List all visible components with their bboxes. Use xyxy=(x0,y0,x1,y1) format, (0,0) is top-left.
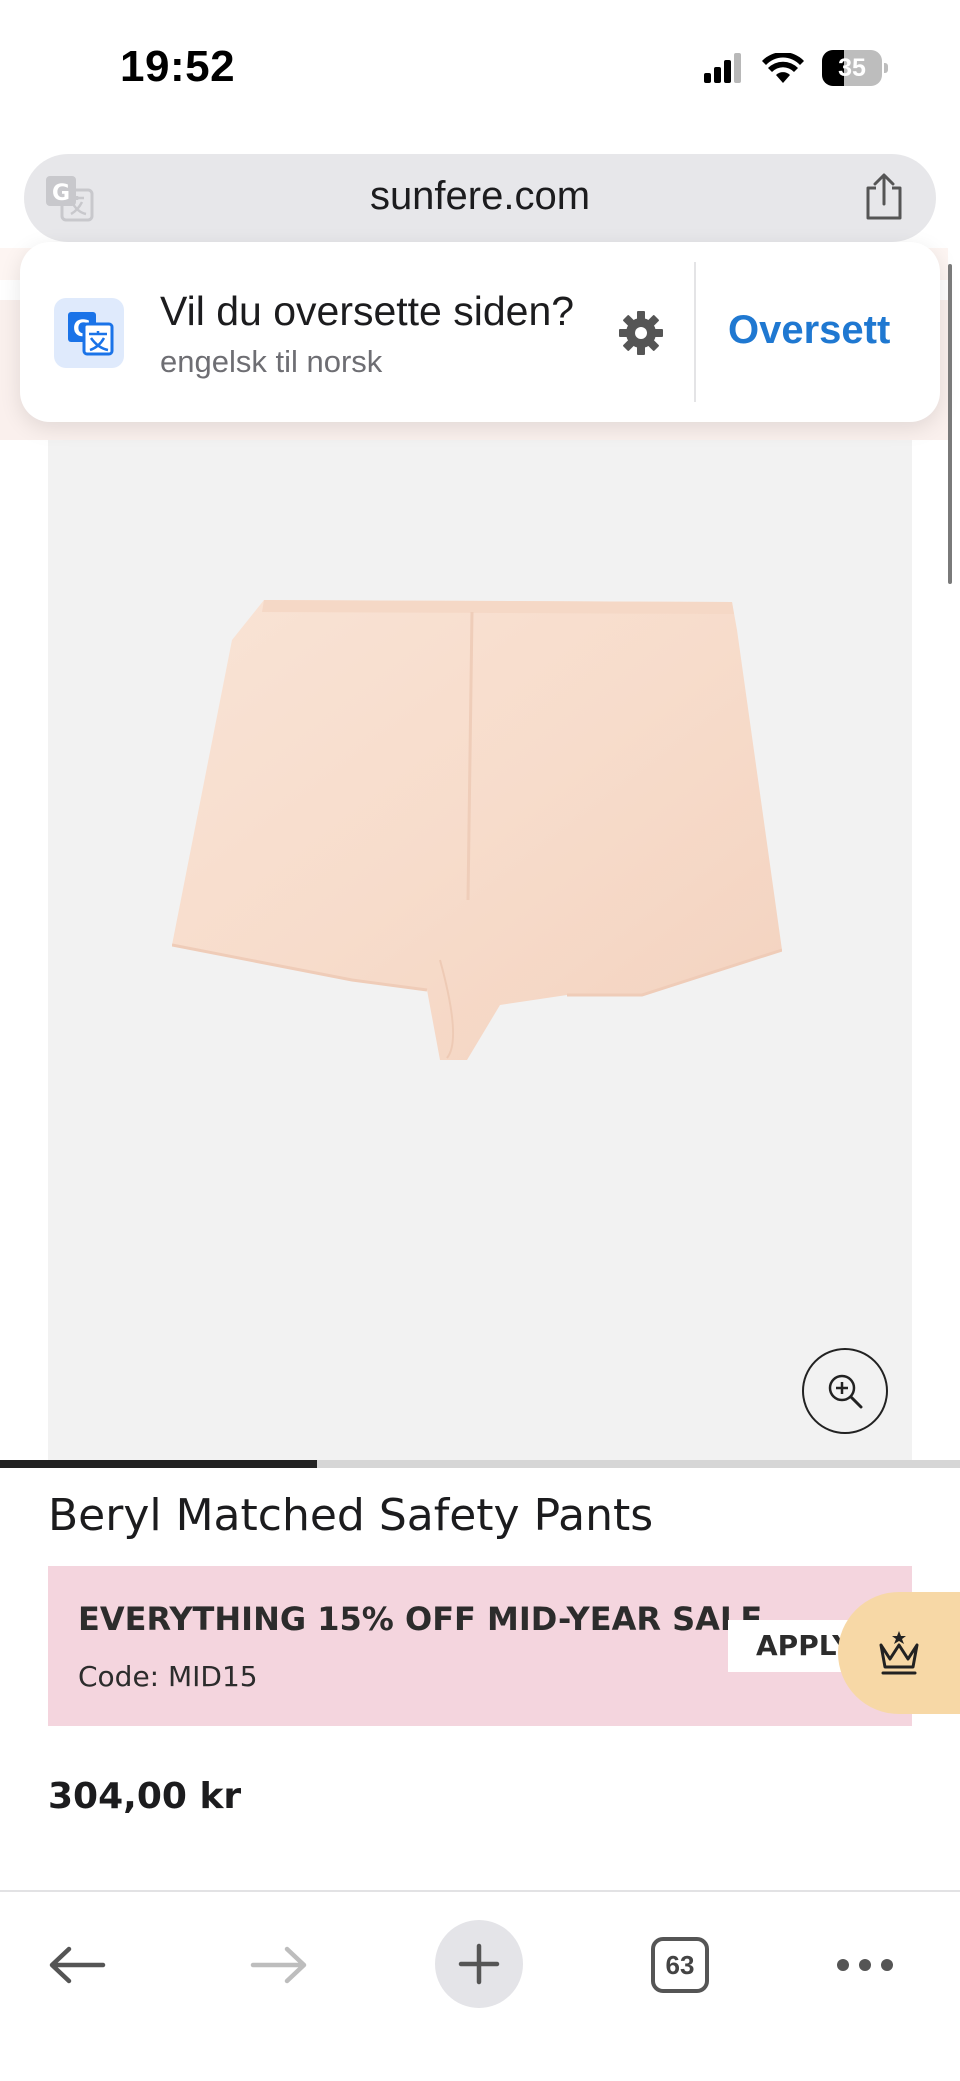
back-arrow-icon xyxy=(49,1946,106,1984)
status-icons: 35 xyxy=(704,50,888,86)
product-title: Beryl Matched Safety Pants xyxy=(48,1490,654,1541)
address-bar[interactable]: G sunfere.com xyxy=(24,154,936,242)
image-carousel-progress xyxy=(0,1460,960,1468)
more-button[interactable] xyxy=(820,1920,910,2010)
new-tab-button[interactable] xyxy=(435,1920,523,2008)
translate-popup: G Vil du oversette siden? engelsk til no… xyxy=(20,242,940,422)
tabs-button[interactable]: 63 xyxy=(635,1920,725,2010)
rewards-button[interactable] xyxy=(838,1592,960,1714)
promo-headline: EVERYTHING 15% OFF MID-YEAR SALE xyxy=(78,1600,763,1638)
wifi-icon xyxy=(762,53,804,83)
zoom-button[interactable] xyxy=(802,1348,888,1434)
browser-toolbar: 63 xyxy=(0,1890,960,2081)
battery-level: 35 xyxy=(838,53,866,82)
plus-icon xyxy=(458,1943,500,1985)
gear-icon[interactable] xyxy=(616,308,666,358)
popup-divider xyxy=(694,262,696,402)
cellular-signal-icon xyxy=(704,53,741,83)
more-icon xyxy=(837,1959,893,1971)
translate-button[interactable]: Oversett xyxy=(728,308,890,353)
url-text[interactable]: sunfere.com xyxy=(24,174,936,219)
forward-button[interactable] xyxy=(234,1920,324,2010)
translate-title: Vil du oversette siden? xyxy=(160,288,575,334)
crown-icon xyxy=(879,1631,919,1675)
promo-code: Code: MID15 xyxy=(78,1660,258,1693)
product-image[interactable] xyxy=(48,440,912,1460)
share-icon[interactable] xyxy=(862,172,906,222)
product-price: 304,00 kr xyxy=(48,1776,242,1817)
image-carousel-progress-fill xyxy=(0,1460,317,1468)
zoom-in-icon xyxy=(828,1374,863,1409)
google-translate-icon: G xyxy=(54,298,124,368)
tabs-icon: 63 xyxy=(651,1937,709,1993)
forward-arrow-icon xyxy=(250,1946,307,1984)
battery-icon: 35 xyxy=(822,50,888,86)
promo-banner: EVERYTHING 15% OFF MID-YEAR SALE Code: M… xyxy=(48,1566,912,1726)
translate-languages: engelsk til norsk xyxy=(160,344,383,379)
back-button[interactable] xyxy=(32,1920,122,2010)
status-time: 19:52 xyxy=(120,42,236,91)
product-shorts-image xyxy=(172,600,782,1060)
page-scrollbar[interactable] xyxy=(948,264,952,584)
status-bar: 19:52 35 xyxy=(0,0,960,130)
